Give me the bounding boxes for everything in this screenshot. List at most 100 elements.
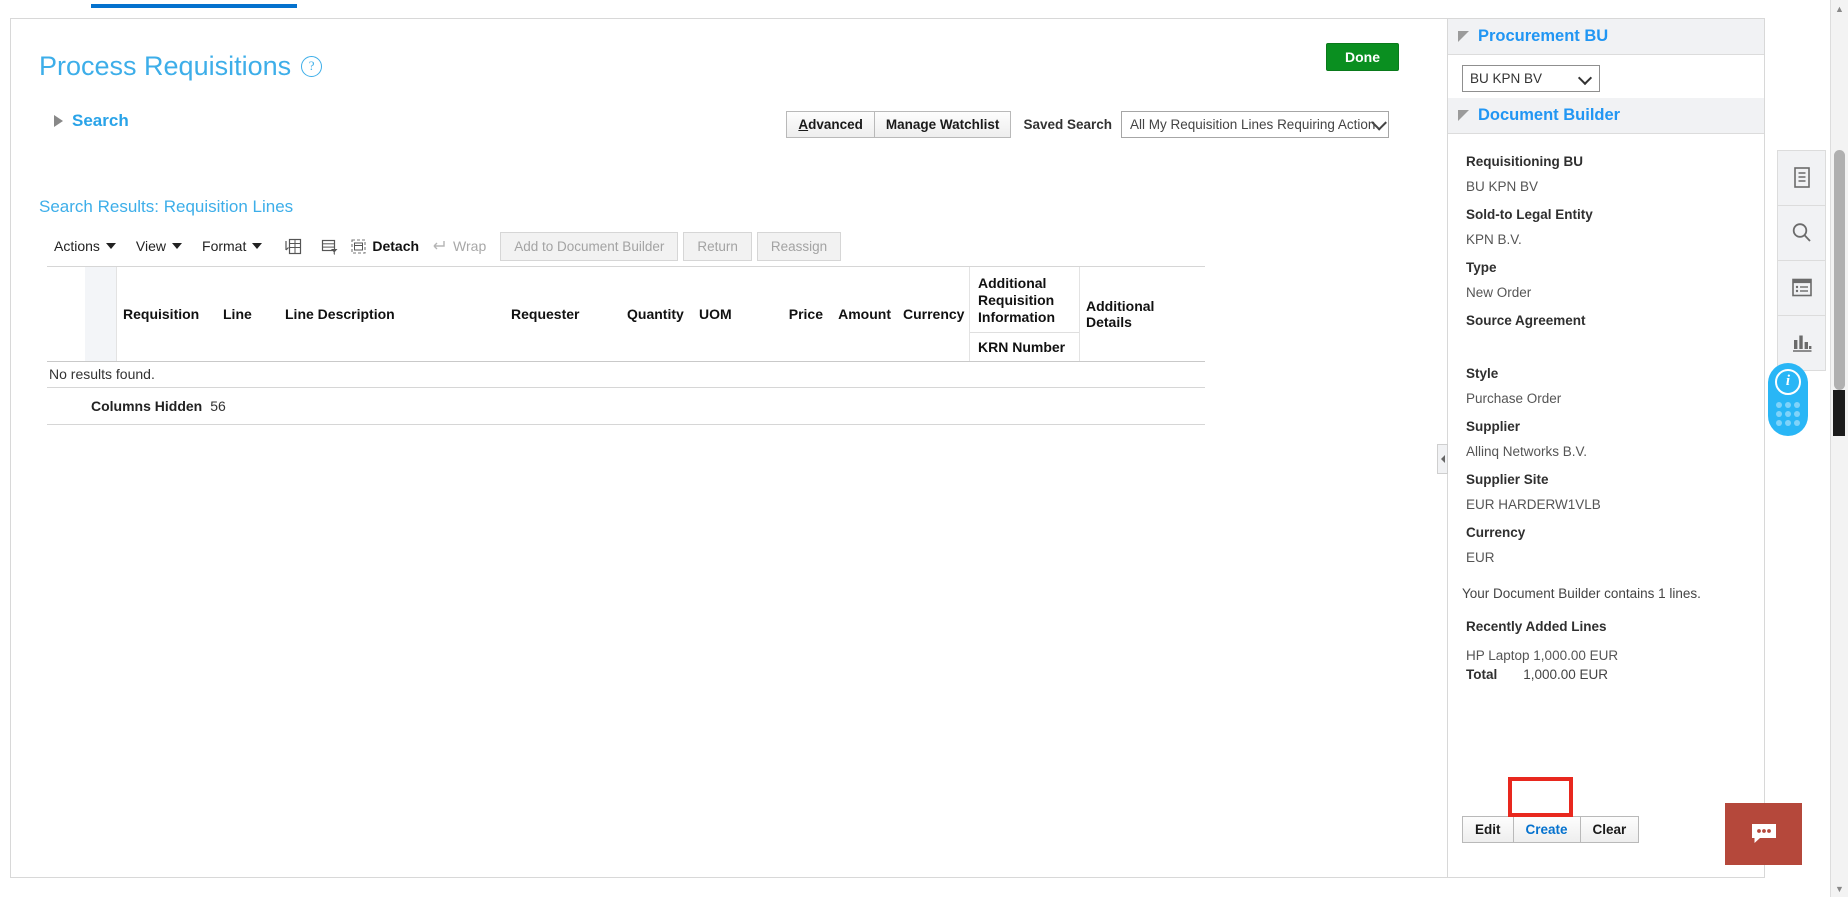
- tab-strip: Overview Process Requisitions ×: [0, 0, 1848, 8]
- side-panel-collapse-handle[interactable]: [1437, 444, 1448, 474]
- field-value-type: New Order: [1466, 285, 1532, 300]
- chevron-down-icon: [105, 243, 116, 249]
- chat-bubble-icon: [1751, 824, 1776, 843]
- field-value-sold-to-legal-entity: KPN B.V.: [1466, 232, 1522, 247]
- dot: [1794, 402, 1800, 408]
- col-price[interactable]: Price: [757, 267, 829, 361]
- bar-chart-icon[interactable]: [1778, 316, 1825, 370]
- col-krn-number[interactable]: KRN Number: [970, 333, 1079, 361]
- view-menu[interactable]: View: [129, 235, 189, 257]
- saved-search-label: Saved Search: [1023, 117, 1112, 132]
- document-builder-note: Your Document Builder contains 1 lines.: [1462, 586, 1701, 601]
- clear-button[interactable]: Clear: [1580, 816, 1640, 843]
- page-scrollbar[interactable]: ▲ ▼: [1830, 0, 1848, 897]
- col-currency[interactable]: Currency: [897, 267, 969, 361]
- col-amount[interactable]: Amount: [829, 267, 897, 361]
- table-header-select-column[interactable]: [85, 267, 117, 362]
- search-results-title: Search Results: Requisition Lines: [39, 197, 294, 216]
- col-quantity[interactable]: Quantity: [621, 267, 693, 361]
- document-builder-actions: Edit Create Clear: [1462, 816, 1640, 843]
- col-group-label: Additional Requisition Information: [970, 267, 1079, 334]
- help-icon[interactable]: ?: [301, 56, 323, 77]
- dot: [1785, 411, 1791, 417]
- dot: [1776, 411, 1782, 417]
- info-widget[interactable]: i: [1768, 363, 1808, 436]
- field-label-supplier: Supplier: [1466, 419, 1521, 434]
- col-line[interactable]: Line: [217, 267, 279, 361]
- field-value-supplier-site: EUR HARDERW1VLB: [1466, 497, 1601, 512]
- requisition-lines-table: Requisition Line Line Description Reques…: [47, 266, 1205, 426]
- edit-button[interactable]: Edit: [1462, 816, 1514, 843]
- field-label-requisitioning-bu: Requisitioning BU: [1466, 154, 1583, 169]
- field-label-style: Style: [1466, 366, 1499, 381]
- procurement-bu-select[interactable]: BU KPN BV: [1462, 65, 1600, 92]
- main-content-card: Process Requisitions ? Done Search Advan…: [10, 18, 1447, 878]
- wrap-button: Wrap: [431, 238, 486, 254]
- right-icon-rail: [1777, 150, 1826, 371]
- create-button[interactable]: Create: [1513, 816, 1581, 843]
- chevron-down-icon: [172, 243, 183, 249]
- field-label-supplier-site: Supplier Site: [1466, 472, 1549, 487]
- view-menu-label: View: [135, 238, 167, 254]
- procurement-bu-title: Procurement BU: [1478, 27, 1609, 45]
- document-icon[interactable]: [1778, 151, 1825, 206]
- actions-menu[interactable]: Actions: [47, 235, 123, 257]
- document-builder-fields: Requisitioning BU BU KPN BV Sold-to Lega…: [1448, 134, 1764, 566]
- detach-label: Detach: [372, 238, 420, 254]
- format-menu[interactable]: Format: [195, 235, 269, 257]
- dot: [1785, 420, 1791, 426]
- freeze-columns-icon[interactable]: [280, 234, 306, 258]
- col-uom[interactable]: UOM: [693, 267, 757, 361]
- col-additional-details[interactable]: Additional Details: [1079, 267, 1175, 362]
- filter-icon[interactable]: [316, 234, 342, 258]
- table-header-spacer: [47, 267, 85, 361]
- add-to-document-builder-button: Add to Document Builder: [500, 231, 679, 261]
- tab-overview[interactable]: Overview: [0, 0, 91, 8]
- format-menu-label: Format: [202, 238, 247, 254]
- field-value-source-agreement: [1466, 338, 1746, 354]
- detach-button[interactable]: Detach: [350, 238, 419, 255]
- columns-hidden-row: Columns Hidden 56: [47, 388, 1205, 426]
- col-group-additional-requisition-information: Additional Requisition Information KRN N…: [969, 267, 1079, 362]
- advanced-button-rest: dvanced: [808, 117, 863, 132]
- manage-watchlist-button[interactable]: Manage Watchlist: [873, 111, 1012, 138]
- info-icon: i: [1775, 369, 1801, 395]
- procurement-bu-value: BU KPN BV: [1470, 71, 1543, 86]
- col-line-description[interactable]: Line Description: [279, 267, 505, 361]
- list-panel-icon[interactable]: [1778, 261, 1825, 316]
- dot: [1785, 402, 1791, 408]
- document-builder-header[interactable]: Document Builder: [1448, 98, 1764, 134]
- total-label: Total: [1466, 667, 1498, 682]
- chevron-right-icon: [1440, 455, 1445, 463]
- tab-process-requisitions[interactable]: Process Requisitions ×: [90, 0, 298, 8]
- columns-hidden-count: 56: [210, 398, 226, 415]
- return-button: Return: [683, 231, 752, 261]
- search-section-toggle[interactable]: Search: [54, 111, 129, 131]
- col-requester[interactable]: Requester: [505, 267, 621, 361]
- triangle-collapse-icon: [1458, 110, 1469, 121]
- chat-widget[interactable]: [1725, 803, 1802, 865]
- advanced-button[interactable]: Advanced: [786, 111, 874, 138]
- field-value-currency: EUR: [1466, 550, 1495, 565]
- table-toolbar: Actions View Format Detach Wrap Add to D…: [47, 231, 846, 261]
- columns-hidden-label: Columns Hidden: [91, 398, 203, 415]
- scrollbar-thumb[interactable]: [1834, 150, 1845, 390]
- done-button[interactable]: Done: [1326, 43, 1399, 71]
- saved-search-value: All My Requisition Lines Requiring Actio…: [1130, 117, 1376, 132]
- search-tools: Advanced Manage Watchlist Saved Search A…: [786, 111, 1389, 138]
- field-label-type: Type: [1466, 260, 1497, 275]
- search-section-row: Search Advanced Manage Watchlist Saved S…: [39, 111, 1409, 145]
- field-value-style: Purchase Order: [1466, 391, 1562, 406]
- scroll-up-arrow-icon[interactable]: ▲: [1831, 0, 1848, 17]
- total-value: 1,000.00 EUR: [1523, 667, 1609, 682]
- field-label-source-agreement: Source Agreement: [1466, 313, 1586, 328]
- scroll-down-arrow-icon[interactable]: ▼: [1831, 880, 1848, 897]
- side-panel: Procurement BU BU KPN BV Document Builde…: [1447, 18, 1765, 878]
- scrollbar-marker: [1833, 390, 1845, 436]
- procurement-bu-header[interactable]: Procurement BU: [1448, 19, 1764, 55]
- field-value-requisitioning-bu: BU KPN BV: [1466, 179, 1539, 194]
- saved-search-select[interactable]: All My Requisition Lines Requiring Actio…: [1121, 111, 1389, 138]
- col-requisition[interactable]: Requisition: [117, 267, 217, 361]
- application-window: Overview Process Requisitions × Process …: [0, 0, 1848, 897]
- search-icon[interactable]: [1778, 206, 1825, 261]
